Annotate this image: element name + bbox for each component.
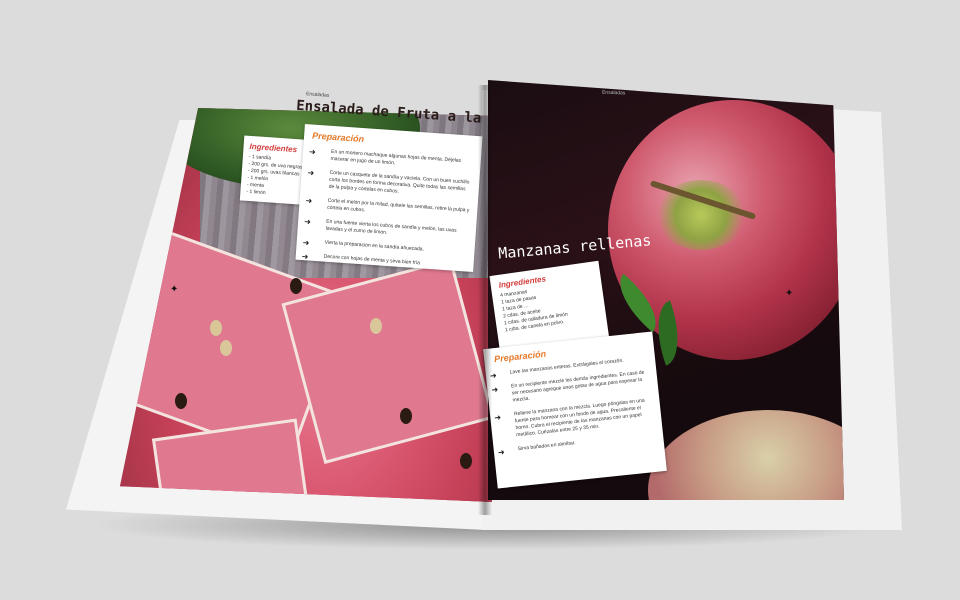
section-tag: Ensaladas xyxy=(601,89,626,97)
open-cookbook-scene: Ensaladas Ensalada de Fruta a la Menta I… xyxy=(0,0,960,600)
step: ➜ Corte un casquete de la sandía y vacíel… xyxy=(307,168,471,201)
arrow-icon: ➜ xyxy=(490,384,499,395)
arrow-icon: ➜ xyxy=(305,196,313,206)
preparation-card: Preparación ➜ En un mortero machaque algu… xyxy=(295,123,483,273)
step: ➜ Rellene la manzana con la mezcla. Luego… xyxy=(494,397,654,439)
preparation-card: Preparación ➜ Lave las manzanas enteras. … xyxy=(483,331,667,489)
watermelon-seed xyxy=(370,318,382,334)
step: ➜ Corte el melón por la mitad, quítele la… xyxy=(305,196,470,222)
step-text: Vierta la preparación en la sandía ahuec… xyxy=(324,239,425,253)
arrow-icon: ➜ xyxy=(301,252,309,262)
step-text: En una fuente vierta los cubos de sandía… xyxy=(325,218,457,236)
watermelon-seed xyxy=(400,408,412,424)
step-text: En un mortero machaque algunas hojas de … xyxy=(330,148,462,167)
ladybug-icon: ✦ xyxy=(785,288,794,299)
arrow-icon: ➜ xyxy=(302,238,310,248)
step: ➜ En un mortero machaque algunas hojas de… xyxy=(309,147,473,173)
step-text: Rellene la manzana con la mezcla. Luego … xyxy=(513,397,645,439)
step: ➜ En una fuente vierta los cubos de sandí… xyxy=(304,217,468,243)
arrow-icon: ➜ xyxy=(307,168,315,178)
watermelon-seed xyxy=(175,393,187,409)
second-apple xyxy=(648,410,844,500)
step: ➜ Vierta la preparación en la sandía ahue… xyxy=(302,238,466,257)
watermelon-seed xyxy=(210,320,222,336)
watermelon-seed xyxy=(220,340,232,356)
watermelon-seed xyxy=(460,453,472,469)
arrow-icon: ➜ xyxy=(497,447,506,458)
arrow-icon: ➜ xyxy=(308,147,317,157)
step-text: Corte un casquete de la sandía y vacíela… xyxy=(328,169,470,195)
ingredients-list: 4 manzanas 1 taza de pasas 1 taza de ...… xyxy=(500,280,599,335)
arrow-icon: ➜ xyxy=(493,412,502,423)
step-text: Corte el melón por la mitad, quítele las… xyxy=(326,197,470,214)
section-tag: Ensaladas xyxy=(305,91,330,99)
watermelon-seed xyxy=(290,278,302,294)
arrow-icon: ➜ xyxy=(303,217,312,227)
ladybug-icon: ✦ xyxy=(170,284,179,295)
book-spine-gutter xyxy=(478,85,492,515)
